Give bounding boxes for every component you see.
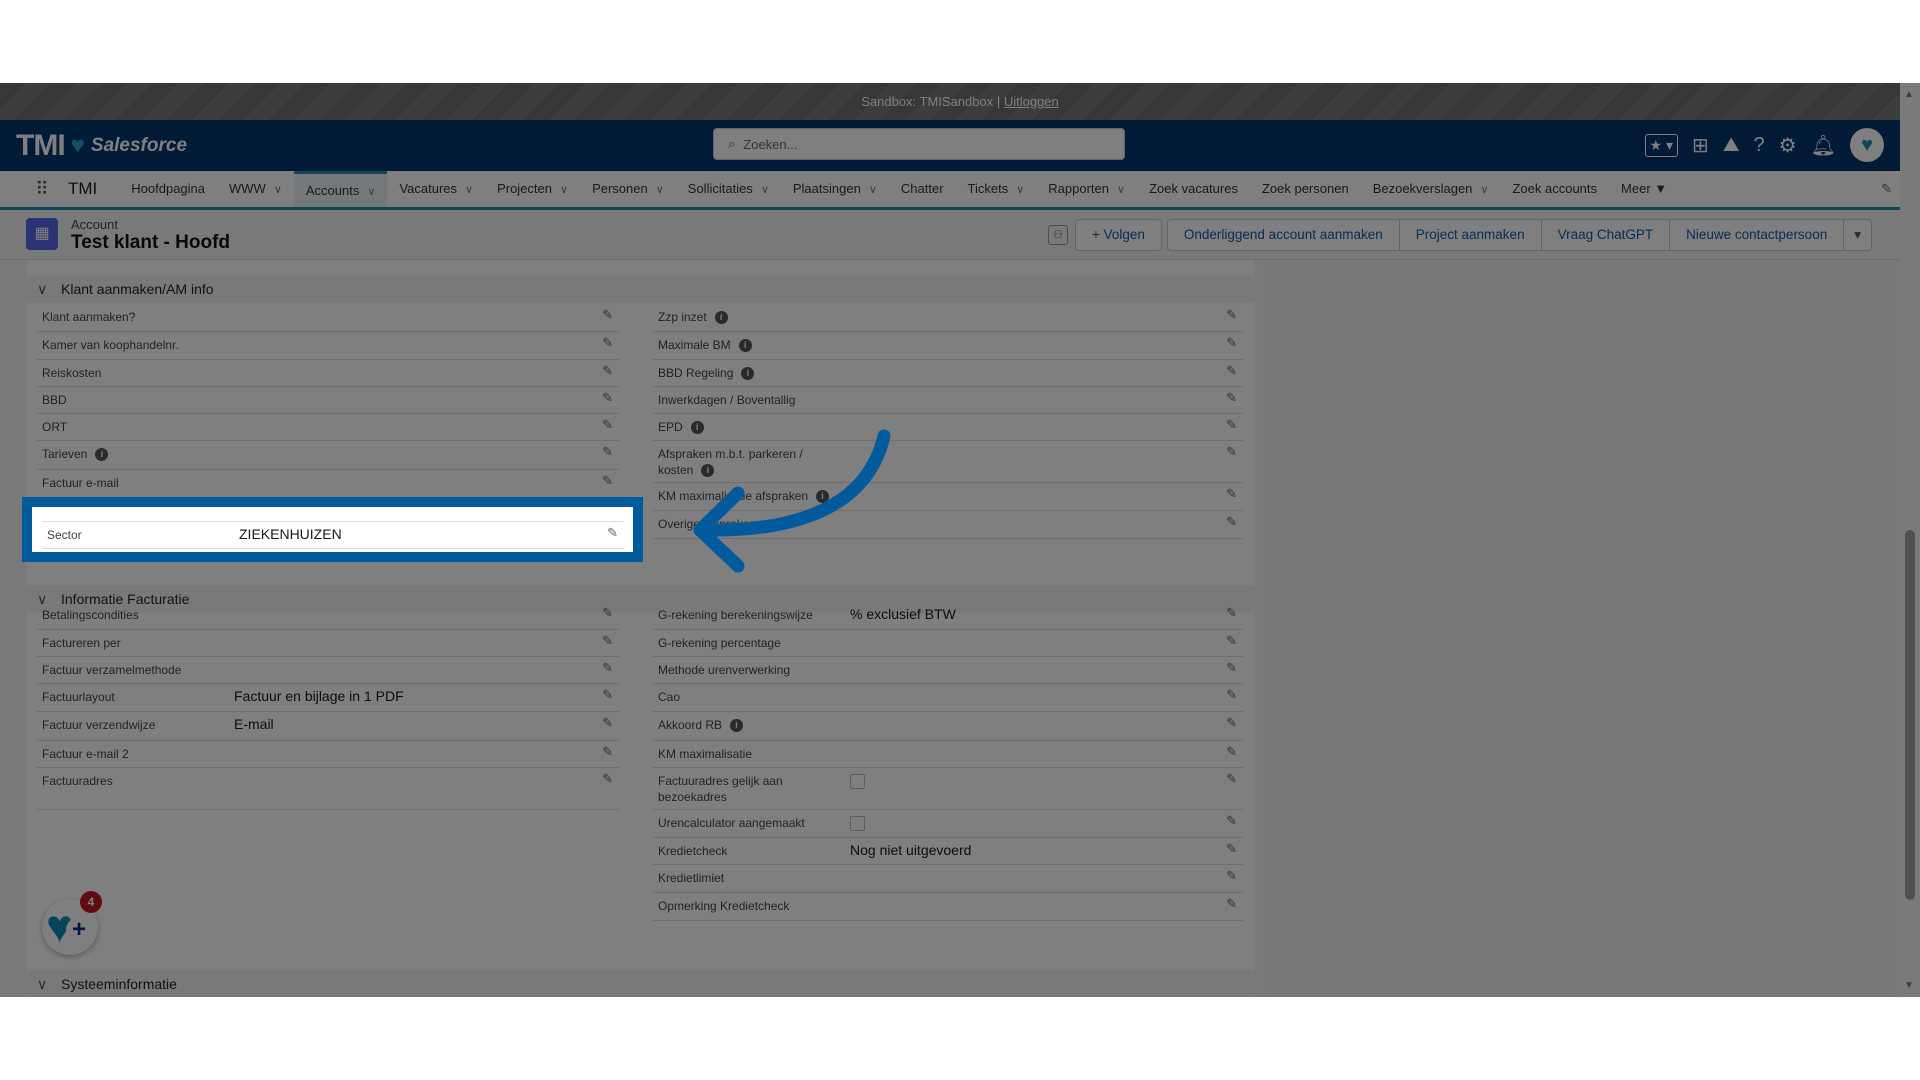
pointer-arrow	[693, 429, 891, 573]
arrow-curve	[697, 429, 891, 537]
